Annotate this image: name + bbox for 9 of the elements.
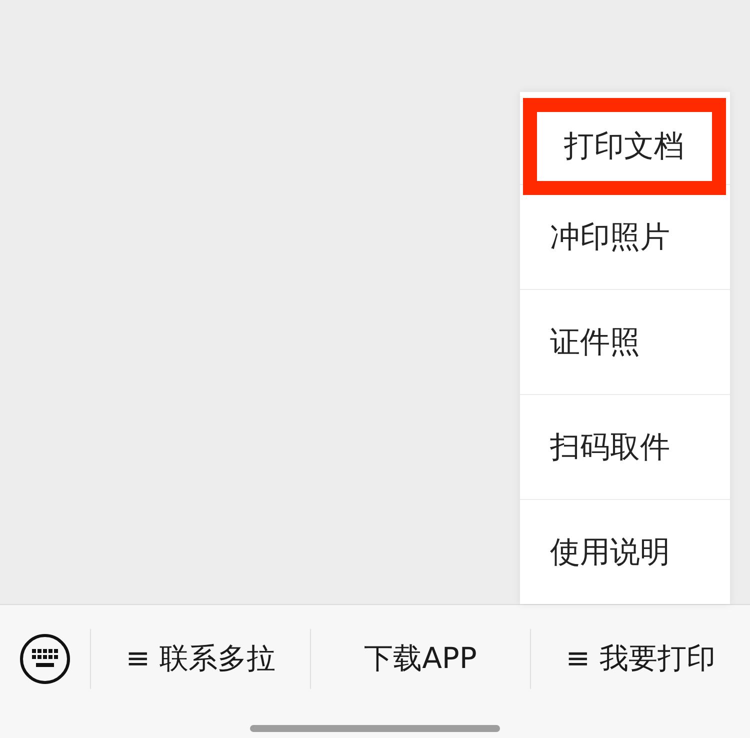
bottom-menu-button[interactable]: ≡ 我要打印 [566, 639, 716, 679]
bottom-menu-button[interactable]: 下载APP [364, 639, 477, 679]
menu-item[interactable]: 打印文档 [523, 98, 726, 194]
menu-item[interactable]: 扫码取件 [520, 426, 670, 468]
menu-item[interactable]: 使用说明 [520, 532, 670, 572]
menu-item[interactable]: 冲印照片 [520, 216, 670, 258]
keyboard-icon[interactable] [19, 633, 71, 685]
bottom-menu-button[interactable]: ≡ 联系多拉 [126, 639, 276, 679]
menu-item[interactable]: 证件照 [520, 322, 640, 362]
